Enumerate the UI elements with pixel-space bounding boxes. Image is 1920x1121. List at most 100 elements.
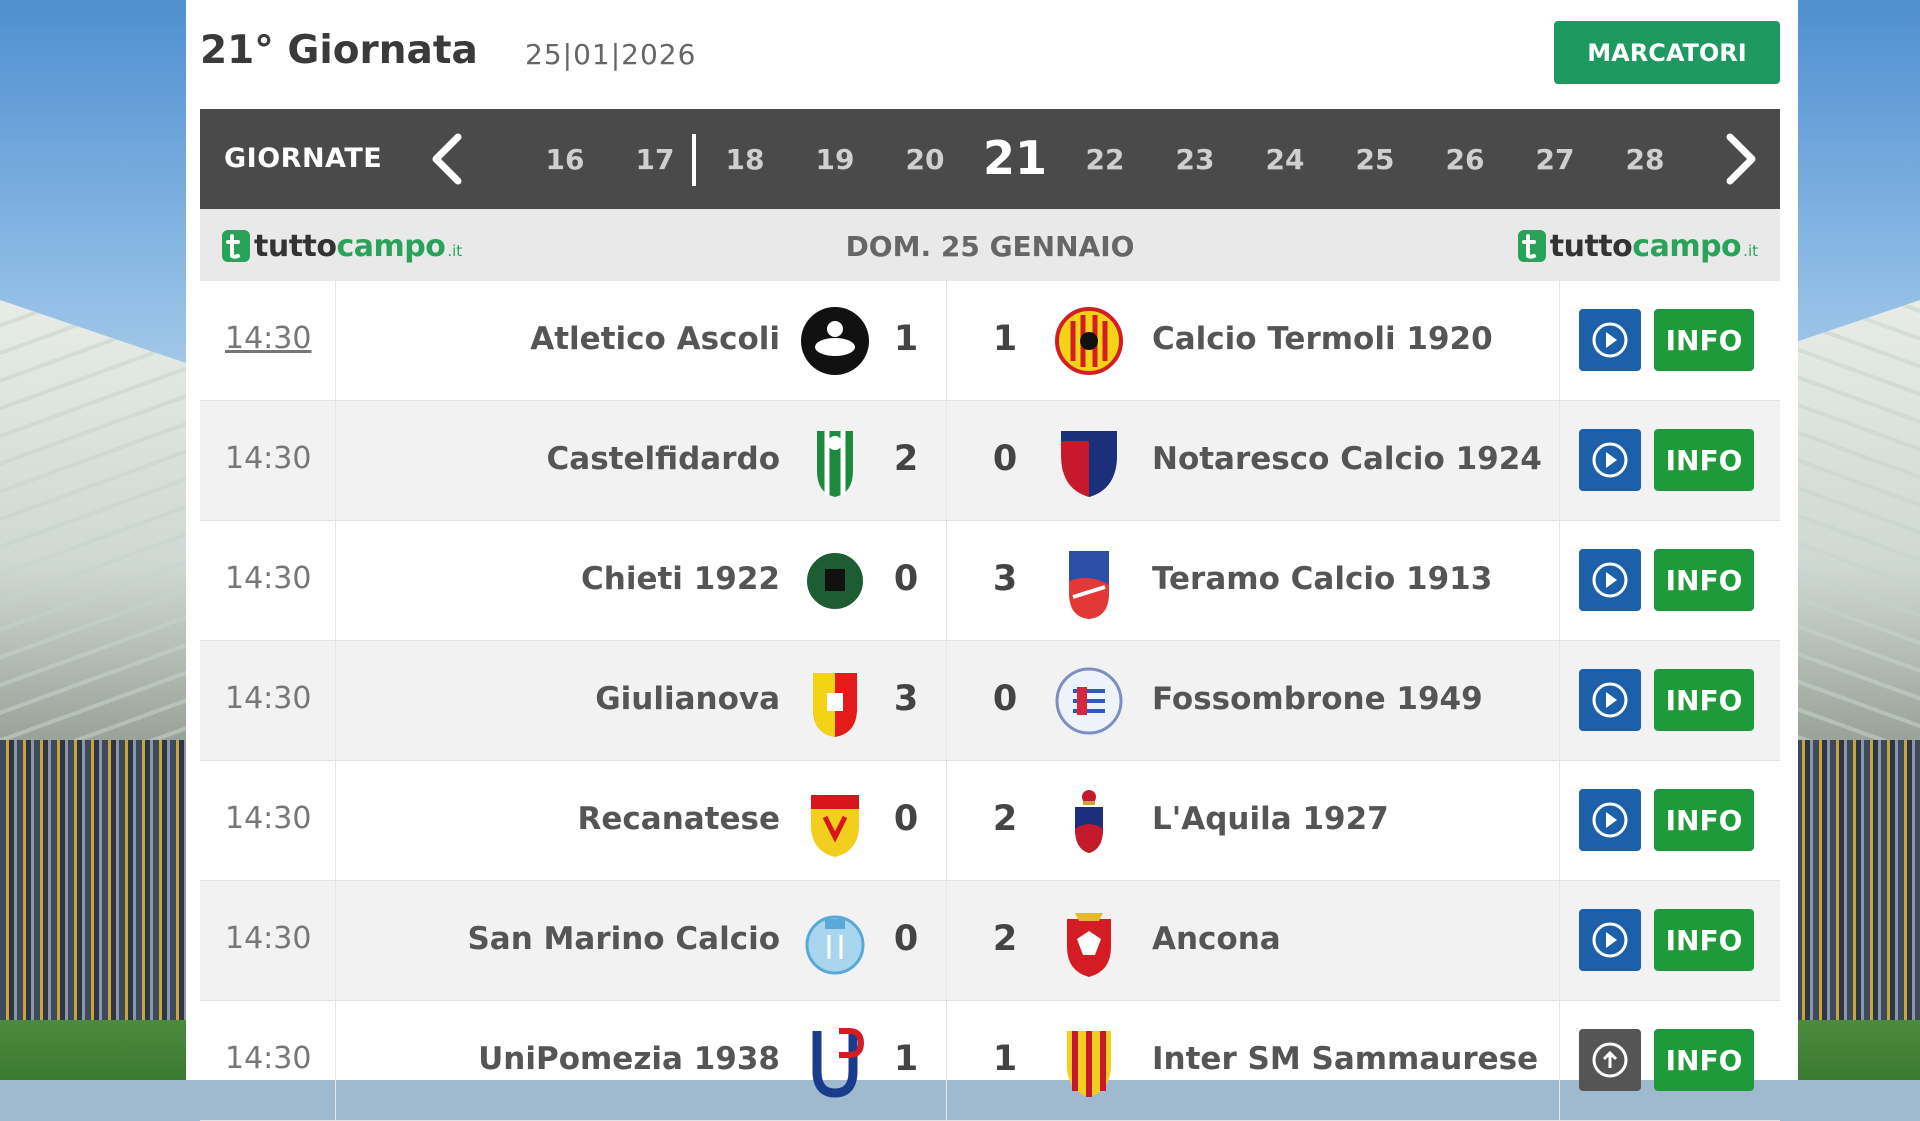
round-23[interactable]: 23 [1176, 143, 1215, 176]
home-team-crest [812, 1028, 865, 1098]
score-divider [946, 761, 947, 880]
play-icon [1592, 442, 1628, 478]
round-22[interactable]: 22 [1086, 143, 1125, 176]
kickoff-time: 14:30 [225, 681, 312, 716]
upload-button[interactable] [1579, 1029, 1641, 1091]
home-score: 0 [893, 919, 919, 959]
chevron-right-icon[interactable] [1708, 129, 1768, 189]
round-navigation: GIORNATE 16 17 18 19 20 21 22 23 24 25 26 27 28 [200, 109, 1780, 209]
away-team-name[interactable]: Teramo Calcio 1913 [1152, 561, 1492, 597]
home-score: 3 [893, 679, 919, 719]
home-team-name[interactable]: Atletico Ascoli [530, 321, 780, 357]
round-17[interactable]: 17 [636, 143, 675, 176]
score-divider [946, 401, 947, 520]
round-20[interactable]: 20 [906, 143, 945, 176]
home-team-name[interactable]: Chieti 1922 [581, 561, 780, 597]
video-button[interactable] [1579, 309, 1641, 371]
kickoff-time: 14:30 [225, 441, 312, 476]
match-row: 14:30 Giulianova 3 0 Fossombrone 1949 INFO [200, 641, 1780, 761]
away-score: 2 [992, 919, 1018, 959]
home-score: 2 [893, 439, 919, 479]
match-row: 14:30 Castelfidardo 2 0 Notaresco Calcio 192… [200, 401, 1780, 521]
home-score: 1 [893, 1039, 919, 1079]
away-score: 2 [992, 799, 1018, 839]
home-team-name[interactable]: Giulianova [595, 681, 780, 717]
video-button[interactable] [1579, 789, 1641, 851]
away-score: 0 [992, 439, 1018, 479]
round-28[interactable]: 28 [1626, 143, 1665, 176]
play-icon [1592, 322, 1628, 358]
home-score: 0 [893, 799, 919, 839]
away-team-crest [1067, 1031, 1111, 1097]
home-team-crest [817, 431, 853, 497]
match-date-bar: tuttocampo .it DOM. 25 GENNAIO tuttocamp… [200, 209, 1780, 281]
match-table: 14:30 Atletico Ascoli 1 1 Calcio Termoli 192… [200, 281, 1780, 1121]
actions-divider [1559, 281, 1560, 400]
home-team-crest [813, 673, 857, 737]
away-team-name[interactable]: Ancona [1152, 921, 1281, 957]
play-icon [1592, 682, 1628, 718]
info-button[interactable]: INFO [1654, 309, 1754, 371]
away-score: 3 [992, 559, 1018, 599]
info-button[interactable]: INFO [1654, 1029, 1754, 1091]
round-21-current[interactable]: 21 [983, 131, 1047, 185]
actions-divider [1559, 761, 1560, 880]
actions-divider [1559, 1001, 1560, 1120]
kickoff-time: 14:30 [225, 801, 312, 836]
video-button[interactable] [1579, 429, 1641, 491]
chevron-left-icon[interactable] [420, 129, 480, 189]
score-divider [946, 281, 947, 400]
home-team-crest [801, 307, 869, 375]
giornate-label: GIORNATE [224, 143, 383, 174]
video-button[interactable] [1579, 909, 1641, 971]
away-team-crest [1055, 307, 1123, 375]
round-25[interactable]: 25 [1356, 143, 1395, 176]
brand-name-part: tutto [1549, 228, 1633, 264]
round-24[interactable]: 24 [1266, 143, 1305, 176]
upload-icon [1592, 1042, 1628, 1078]
round-16[interactable]: 16 [546, 143, 585, 176]
away-team-name[interactable]: Fossombrone 1949 [1152, 681, 1483, 717]
home-team-name[interactable]: Recanatese [578, 801, 781, 837]
kickoff-time[interactable]: 14:30 [225, 321, 311, 356]
home-score: 0 [893, 559, 919, 599]
match-row: 14:30 San Marino Calcio 0 2 Ancona INFO [200, 881, 1780, 1001]
away-team-name[interactable]: Inter SM Sammaurese [1152, 1041, 1538, 1077]
round-19[interactable]: 19 [816, 143, 855, 176]
info-button[interactable]: INFO [1654, 669, 1754, 731]
video-button[interactable] [1579, 549, 1641, 611]
home-team-crest [803, 549, 867, 613]
brand-name-part: campo [1632, 228, 1742, 264]
match-row: 14:30 Recanatese 0 2 L'Aquila 1927 INFO [200, 761, 1780, 881]
home-team-crest [811, 795, 859, 857]
home-team-name[interactable]: San Marino Calcio [467, 921, 780, 957]
match-row: 14:30 Atletico Ascoli 1 1 Calcio Termoli 192… [200, 281, 1780, 401]
brand-tld: .it [1743, 242, 1758, 260]
video-button[interactable] [1579, 669, 1641, 731]
score-divider [946, 521, 947, 640]
info-button[interactable]: INFO [1654, 549, 1754, 611]
actions-divider [1559, 881, 1560, 1000]
match-row: 14:30 UniPomezia 1938 1 1 Inter SM Sammaures… [200, 1001, 1780, 1121]
marcatori-button[interactable]: MARCATORI [1554, 21, 1780, 84]
away-team-name[interactable]: L'Aquila 1927 [1152, 801, 1389, 837]
round-18[interactable]: 18 [726, 143, 765, 176]
play-icon [1592, 802, 1628, 838]
info-button[interactable]: INFO [1654, 909, 1754, 971]
home-team-name[interactable]: Castelfidardo [547, 441, 780, 477]
score-divider [946, 881, 947, 1000]
tuttocampo-logo-right[interactable]: tuttocampo .it [1516, 226, 1758, 266]
score-divider [946, 1001, 947, 1120]
home-team-crest [805, 915, 865, 975]
info-button[interactable]: INFO [1654, 429, 1754, 491]
round-separator [692, 134, 696, 186]
round-26[interactable]: 26 [1446, 143, 1485, 176]
home-team-name[interactable]: UniPomezia 1938 [478, 1041, 780, 1077]
kickoff-time: 14:30 [225, 561, 312, 596]
away-team-name[interactable]: Notaresco Calcio 1924 [1152, 441, 1542, 477]
actions-divider [1559, 521, 1560, 640]
round-27[interactable]: 27 [1536, 143, 1575, 176]
tuttocampo-icon [1517, 230, 1546, 262]
info-button[interactable]: INFO [1654, 789, 1754, 851]
away-team-name[interactable]: Calcio Termoli 1920 [1152, 321, 1493, 357]
